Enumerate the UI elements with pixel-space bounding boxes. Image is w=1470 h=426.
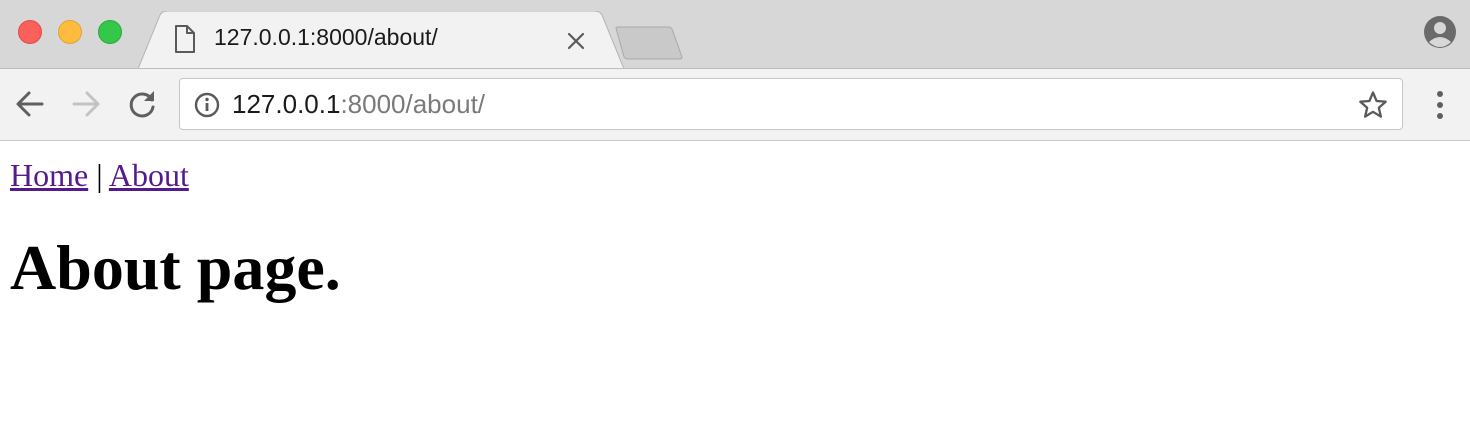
info-icon[interactable]: [194, 92, 220, 118]
url-text[interactable]: 127.0.0.1:8000/about/: [232, 89, 485, 120]
window-maximize-button[interactable]: [98, 20, 122, 44]
window-close-button[interactable]: [18, 20, 42, 44]
more-vertical-icon[interactable]: [1426, 89, 1454, 121]
toolbar: 127.0.0.1:8000/about/: [0, 68, 1470, 141]
back-arrow-icon[interactable]: [13, 87, 47, 121]
page-title: About page.: [10, 232, 341, 303]
browser-window: 127.0.0.1:8000/about/ 127.0.0.1:8000/abo…: [0, 0, 1470, 426]
address-bar[interactable]: 127.0.0.1:8000/about/: [179, 78, 1403, 130]
close-icon[interactable]: [564, 29, 588, 53]
active-tab[interactable]: 127.0.0.1:8000/about/: [138, 11, 624, 69]
site-nav: Home | About: [10, 157, 189, 194]
url-host: 127.0.0.1: [232, 89, 341, 119]
reload-icon[interactable]: [125, 87, 159, 121]
profile-icon[interactable]: [1423, 15, 1457, 49]
new-tab-button[interactable]: [614, 26, 684, 60]
tab-strip: 127.0.0.1:8000/about/: [0, 0, 1470, 69]
tab-title: 127.0.0.1:8000/about/: [214, 24, 438, 50]
about-link[interactable]: About: [109, 157, 189, 193]
home-link[interactable]: Home: [10, 157, 88, 193]
page-viewport: Home | About About page.: [0, 141, 1470, 426]
nav-separator: |: [96, 157, 103, 193]
forward-arrow-icon[interactable]: [69, 87, 103, 121]
file-icon: [175, 25, 195, 53]
star-icon[interactable]: [1358, 90, 1388, 120]
window-minimize-button[interactable]: [58, 20, 82, 44]
url-path: :8000/about/: [340, 89, 486, 119]
